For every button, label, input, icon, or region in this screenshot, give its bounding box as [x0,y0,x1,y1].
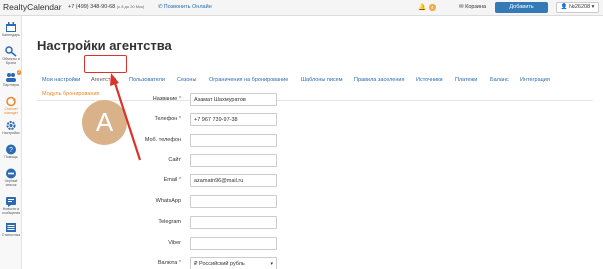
tab-sources[interactable]: Источники [416,77,443,83]
phone-icon: ✆ [158,4,163,10]
calendar-icon [5,22,17,33]
sidebar-item-label: Настройки [2,131,20,135]
whatsapp-field[interactable] [190,195,277,208]
sidebar-item-partners[interactable]: 2 Партнеры [0,70,22,87]
tab-seasons[interactable]: Сезоны [177,77,196,83]
tab-integration[interactable]: Интеграция [520,77,550,83]
page-title: Настройки агентства [37,38,172,53]
currency-select[interactable]: ₽ Российский рубль ▾ [190,257,277,269]
chevron-down-icon: ▾ [270,261,273,267]
blacklist-icon [5,168,17,179]
partners-icon: 2 [5,70,21,83]
sidebar-item-label: Channel manager [4,107,18,115]
add-button[interactable]: Добавить [495,2,548,13]
sidebar-item-label: Объекты и Брони [2,57,20,65]
support-phone: +7 (499) 348-90-68 (с 8 до 20 Мск) [68,4,144,10]
whatsapp-label: WhatsApp [155,198,181,204]
tab-payments[interactable]: Платежи [455,77,477,83]
sidebar-item-label: Помощь [4,155,18,159]
help-icon: ? [5,144,17,155]
chevron-down-icon: ▾ [591,4,595,10]
news-icon [5,196,17,207]
currency-label: Валюта * [157,260,181,266]
svg-text:?: ? [9,147,13,154]
tab-email-templates[interactable]: Шаблоны писем [301,77,343,83]
name-field[interactable]: Азамат Шахмуратов [190,93,277,106]
sidebar-item-blacklist[interactable]: Черный список [0,168,22,187]
sidebar-item-label: Статистика [1,233,21,237]
email-label: Email * [163,177,181,183]
tab-highlight-box [84,55,127,73]
tab-my-settings[interactable]: Мои настройки [42,77,80,83]
website-label: Сайт [168,157,181,163]
viber-field[interactable] [190,237,277,250]
email-field[interactable]: azamatn96@mail.ru [190,174,277,187]
main-content: Настройки агентства Мои настройки Агентс… [23,16,603,269]
tab-balance[interactable]: Баланс [490,77,509,83]
tab-agency[interactable]: Агентство [91,77,116,83]
phone-label: Телефон * [154,116,182,122]
support-phone-hours: (с 8 до 20 Мск) [116,4,145,9]
key-icon [5,46,17,57]
sidebar-item-objects[interactable]: Объекты и Брони [0,46,22,65]
user-label: №26208 [568,4,591,10]
telegram-field[interactable] [190,216,277,229]
user-menu-button[interactable]: 👤 №26208 ▾ [556,2,599,13]
sidebar-item-label: Новости и сообщения [1,207,21,215]
mobile-phone-field[interactable] [190,134,277,147]
phone-field[interactable]: +7 967 739-97-38 [190,113,277,126]
user-icon: 👤 [560,4,568,10]
cart-label: Корзина [465,4,487,10]
sidebar-item-stats[interactable]: Статистика [0,222,22,237]
sidebar-item-news[interactable]: Новости и сообщения [0,196,22,215]
notification-badge: 4 [429,4,436,11]
website-field[interactable] [190,154,277,167]
partners-badge: 2 [17,70,21,75]
cart-icon: ✉ [459,4,464,10]
bell-icon[interactable]: 🔔 [418,3,426,11]
sidebar-item-channel-manager[interactable]: Channel manager [0,96,22,115]
viber-label: Viber [168,240,181,246]
sidebar-item-help[interactable]: ? Помощь [0,144,22,159]
sidebar-item-settings[interactable]: Настройки [0,120,22,135]
sidebar-item-label: Партнеры [2,83,20,87]
sync-icon [5,96,17,107]
mobile-phone-label: Моб. телефон [144,137,181,143]
sidebar-item-label: Календарь [2,33,20,37]
name-label: Название * [152,96,181,102]
call-online-link[interactable]: ✆Позвонить Онлайн [158,4,212,10]
tab-booking-module[interactable]: Модуль бронирования [42,91,100,97]
currency-value: ₽ Российский рубль [194,261,245,267]
sidebar-item-label: Черный список [4,179,18,187]
sidebar-item-calendar[interactable]: Календарь [0,22,22,37]
cart-link[interactable]: ✉ Корзина [459,4,486,10]
tab-booking-restrictions[interactable]: Ограничения на бронирование [209,77,288,83]
sidebar: Календарь Объекты и Брони 2 Партнеры Cha… [0,16,22,269]
telegram-label: Telegram [158,219,181,225]
app-logo[interactable]: RealtyCalendar [3,2,62,12]
top-bar: RealtyCalendar +7 (499) 348-90-68 (с 8 д… [0,0,603,16]
tab-check-in-rules[interactable]: Правила заселения [354,77,404,83]
support-phone-number: +7 (499) 348-90-68 [68,4,116,10]
stats-icon [5,222,17,233]
tab-users[interactable]: Пользователи [129,77,165,83]
gear-icon [5,120,17,131]
call-online-label: Позвонить Онлайн [163,4,212,10]
